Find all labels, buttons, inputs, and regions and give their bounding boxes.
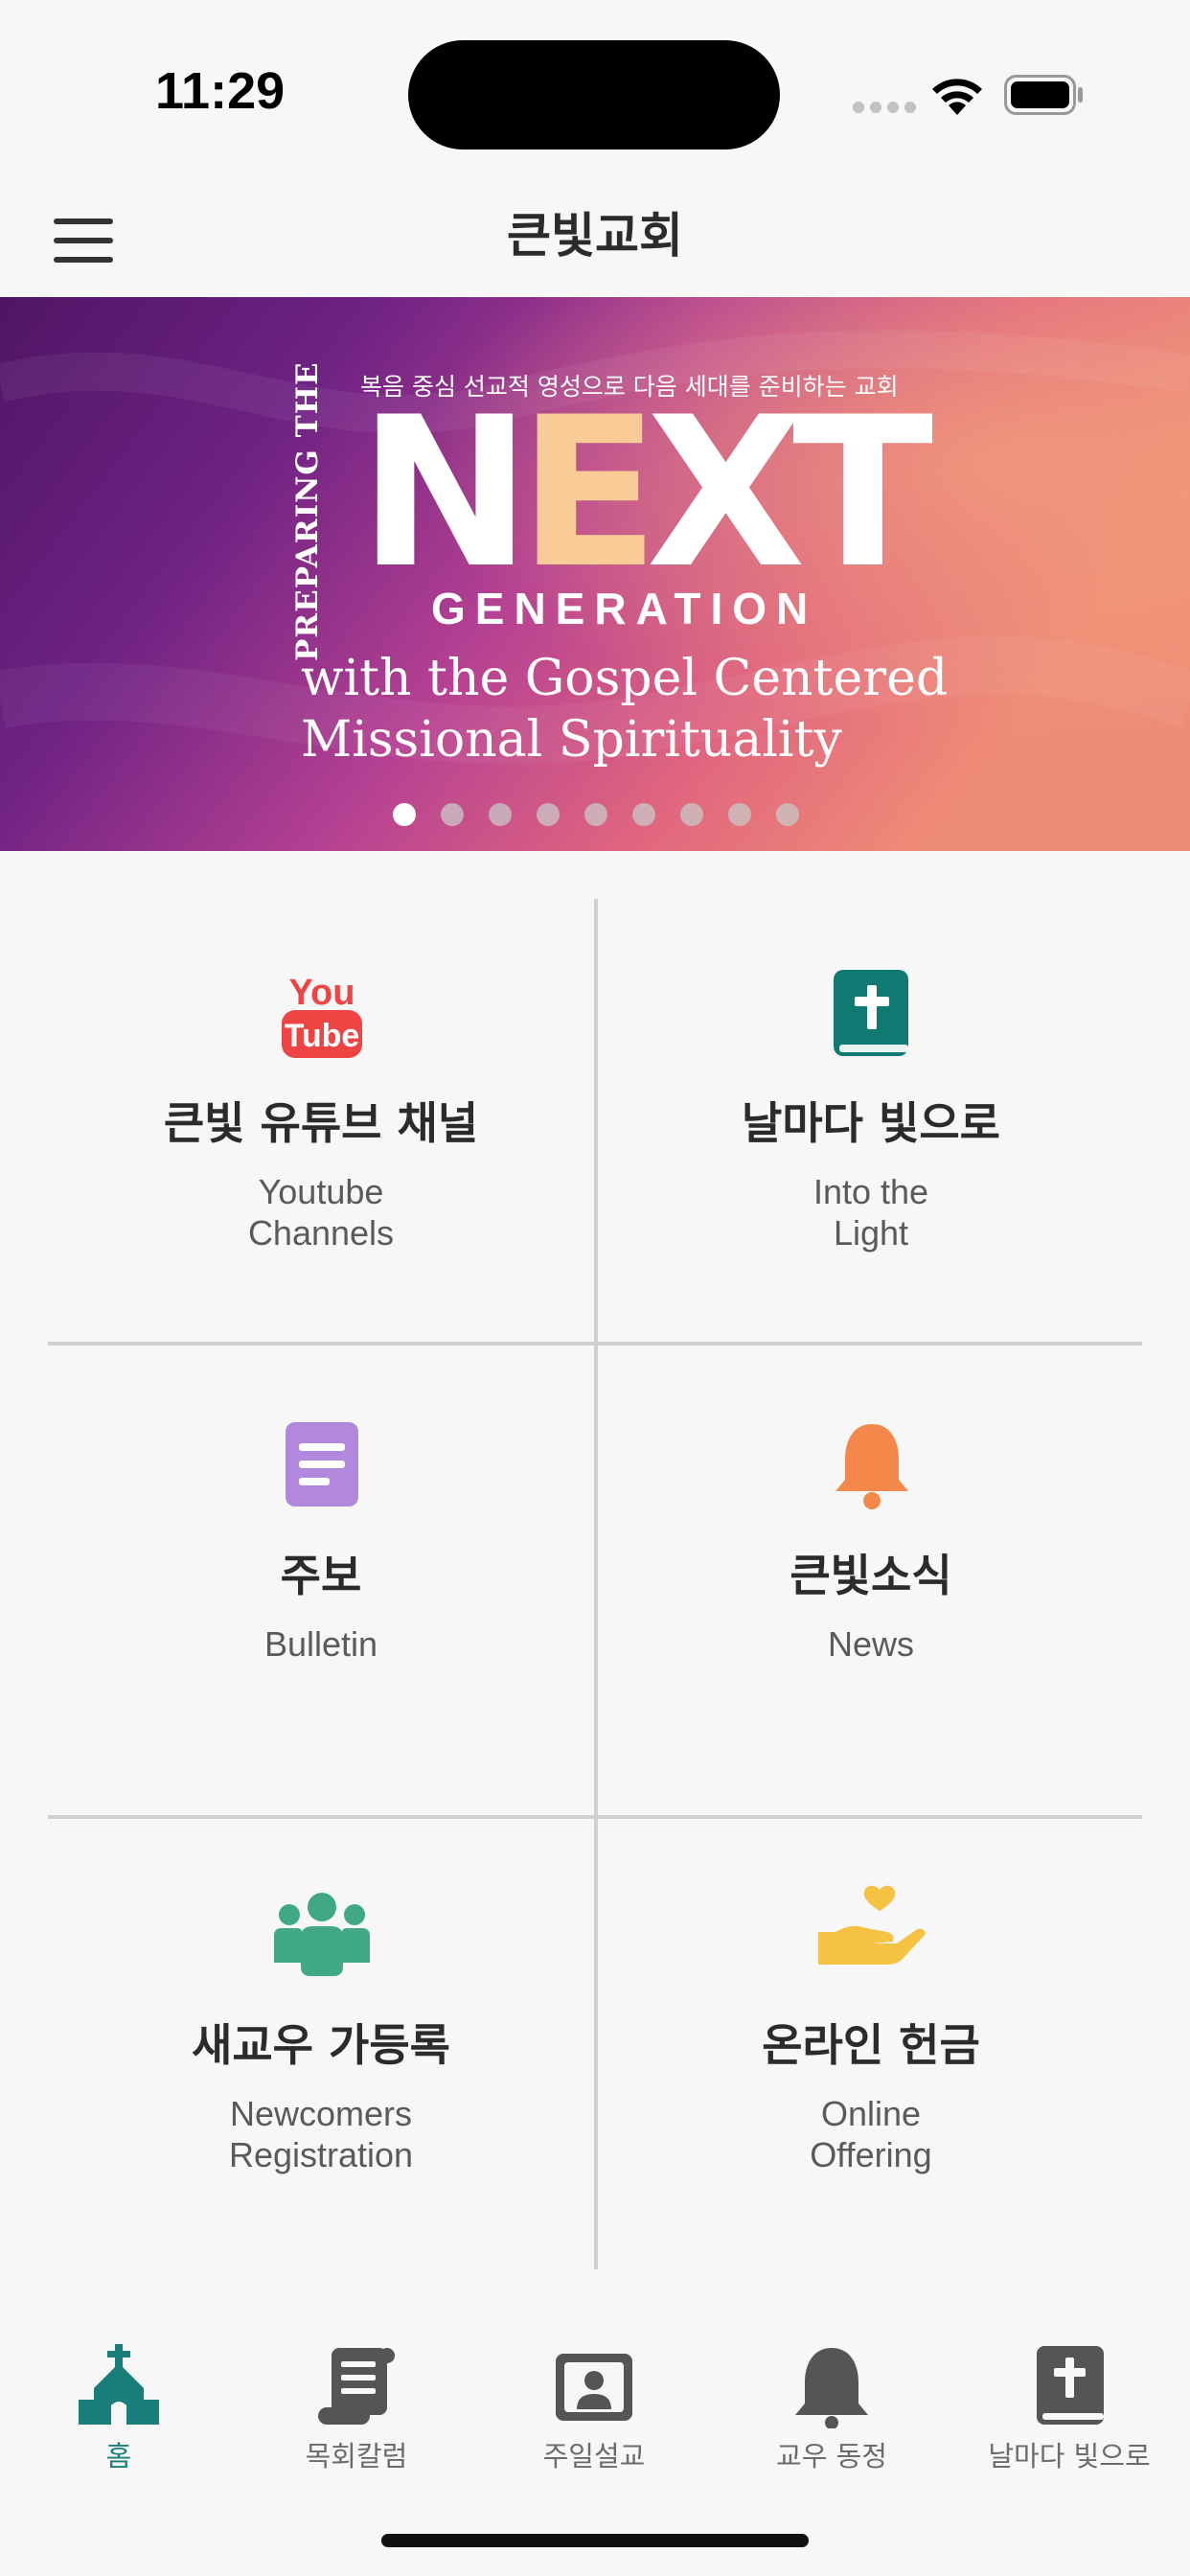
nav-tab-pastor-column[interactable]: 목회칼럼 [238,2317,475,2480]
church-icon [79,2344,159,2425]
status-time: 11:29 [155,62,286,120]
carousel-dot[interactable] [680,803,703,826]
menu-item-bulletin[interactable]: 주보 Bulletin [48,1346,594,1815]
nav-tab-sunday-sermon[interactable]: 주일설교 [475,2317,713,2480]
document-icon [286,1422,358,1506]
banner-vertical-text: PREPARING THE [290,361,325,661]
menu-item-subtitle: Online Offering [810,2094,932,2174]
battery-icon [1004,75,1083,115]
carousel-dot[interactable] [393,803,416,826]
carousel-dot[interactable] [728,803,751,826]
carousel-dot[interactable] [776,803,799,826]
page-title: 큰빛교회 [507,208,683,264]
people-group-icon [274,1893,370,1976]
menu-item-subtitle: News [827,1624,915,1664]
menu-item-online-offering[interactable]: 온라인 헌금 Online Offering [598,1819,1144,2269]
banner-headline: NEXT [358,373,933,613]
banner-subheadline: GENERATION [431,584,818,633]
banner-line-1: with the Gospel Centered [301,650,949,707]
menu-item-title: 온라인 헌금 [762,2019,980,2071]
banner-carousel[interactable]: PREPARING THE 복음 중심 선교적 영성으로 다음 세대를 준비하는… [0,297,1190,851]
menu-item-title: 큰빛소식 [790,1550,952,1601]
carousel-dot[interactable] [584,803,607,826]
menu-item-title: 새교우 가등록 [192,2019,450,2071]
menu-item-news[interactable]: 큰빛소식 News [598,1346,1144,1815]
menu-item-title: 날마다 빛으로 [742,1097,1000,1149]
banner-line-2: Missional Spirituality [301,711,842,769]
bell-icon [795,2348,868,2428]
nav-tab-label: 목회칼럼 [305,2440,408,2472]
nav-tab-label: 교우 동정 [776,2440,887,2472]
bible-icon [834,970,908,1056]
nav-tab-label: 홈 [105,2440,132,2472]
scroll-icon [318,2348,395,2425]
bottom-nav: 홈 목회칼럼 주일설교 교우 동정 날마다 빛으로 [0,2317,1190,2509]
carousel-dot[interactable] [537,803,560,826]
home-indicator[interactable] [381,2534,809,2547]
nav-tab-label: 날마다 빛으로 [988,2440,1151,2472]
menu-item-title: 주보 [280,1550,362,1601]
menu-item-into-the-light[interactable]: 날마다 빛으로 Into the Light [598,899,1144,1342]
cellular-signal-icon [853,102,916,115]
portrait-icon [556,2354,632,2421]
carousel-dot[interactable] [489,803,512,826]
dynamic-island [408,40,780,150]
wifi-icon [932,79,982,115]
carousel-pagination [393,803,799,826]
menu-item-subtitle: Bulletin [263,1624,378,1664]
menu-item-subtitle: Into the Light [812,1172,929,1253]
svg-text:Tube: Tube [285,1018,360,1054]
carousel-dot[interactable] [441,803,464,826]
menu-item-title: 큰빛 유튜브 채널 [163,1097,479,1149]
bible-icon [1037,2346,1104,2425]
nav-tab-home[interactable]: 홈 [0,2317,238,2480]
bell-icon [835,1424,908,1509]
status-bar: 11:29 [0,0,1190,182]
nav-tab-member-news[interactable]: 교우 동정 [713,2317,950,2480]
menu-item-subtitle: Youtube Channels [247,1172,395,1253]
carousel-dot[interactable] [632,803,655,826]
nav-tab-label: 주일설교 [542,2440,646,2472]
menu-grid: You Tube 큰빛 유튜브 채널 Youtube Channels 날마다 빛… [48,899,1142,2269]
menu-item-subtitle: Newcomers Registration [228,2094,414,2174]
heart-hand-icon [818,1885,926,1965]
svg-text:You: You [289,973,355,1013]
youtube-icon: You Tube [282,973,362,1058]
menu-item-youtube[interactable]: You Tube 큰빛 유튜브 채널 Youtube Channels [48,899,594,1342]
menu-item-newcomers[interactable]: 새교우 가등록 Newcomers Registration [48,1819,594,2269]
nav-tab-daily-light[interactable]: 날마다 빛으로 [950,2317,1188,2480]
app-bar: 큰빛교회 [0,182,1190,297]
